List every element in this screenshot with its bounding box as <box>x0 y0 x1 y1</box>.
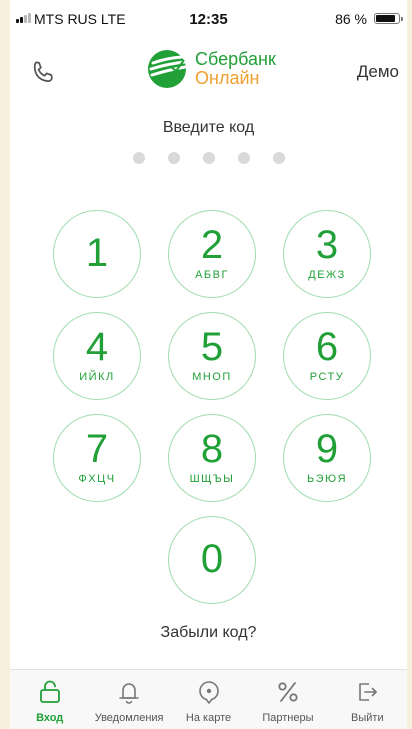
logout-icon <box>359 683 378 701</box>
tab-map[interactable]: На карте <box>169 670 248 729</box>
bell-icon <box>119 683 139 704</box>
key-0[interactable]: 0 <box>168 516 256 604</box>
pin-dot <box>167 152 180 164</box>
tab-label: На карте <box>185 712 232 724</box>
key-letters: АБВГ <box>195 269 229 281</box>
tab-label: Выйти <box>351 712 384 724</box>
logo-text-online: Онлайн <box>195 68 260 88</box>
tab-label: Уведомления <box>94 712 164 724</box>
demo-button[interactable]: Демо <box>357 62 399 82</box>
sberbank-logo: Сбербанк Онлайн <box>146 48 276 90</box>
tab-login[interactable]: Вход <box>10 670 89 729</box>
key-9[interactable]: 9 ЬЭЮЯ <box>283 414 371 502</box>
key-7[interactable]: 7 ФХЦЧ <box>53 414 141 502</box>
pin-dot <box>202 152 215 164</box>
tab-logout[interactable]: Выйти <box>328 670 407 729</box>
tab-label: Партнеры <box>262 712 314 724</box>
unlock-icon <box>39 680 60 703</box>
tab-bar: Вход Уведомления На карте Партнеры Выйти <box>10 669 407 729</box>
key-digit: 3 <box>315 223 339 267</box>
key-digit: 1 <box>85 231 109 275</box>
logo-text-sberbank: Сбербанк <box>195 49 276 69</box>
status-bar: MTS RUS LTE 12:35 86 % <box>10 0 407 40</box>
pin-dots <box>10 152 407 164</box>
key-letters: ДЕЖЗ <box>308 269 346 281</box>
key-letters: РСТУ <box>309 371 345 383</box>
key-letters: МНОП <box>192 371 232 383</box>
key-digit: 4 <box>85 325 109 369</box>
key-digit: 7 <box>85 427 109 471</box>
key-digit: 8 <box>200 427 224 471</box>
forgot-code-link[interactable]: Забыли код? <box>10 624 407 642</box>
battery-icon <box>374 13 403 24</box>
key-5[interactable]: 5 МНОП <box>168 312 256 400</box>
percent-icon <box>278 682 298 702</box>
key-letters: ИЙКЛ <box>79 371 115 383</box>
key-digit: 6 <box>315 325 339 369</box>
key-letters: ШЩЪЫ <box>189 473 235 485</box>
key-6[interactable]: 6 РСТУ <box>283 312 371 400</box>
battery-percent: 86 % <box>335 11 367 27</box>
key-8[interactable]: 8 ШЩЪЫ <box>168 414 256 502</box>
tab-partners[interactable]: Партнеры <box>248 670 327 729</box>
keypad: 1 2 АБВГ 3 ДЕЖЗ 4 ИЙКЛ 5 МНОП 6 РСТУ 7 Ф… <box>53 210 377 606</box>
pin-dot <box>237 152 250 164</box>
key-digit: 0 <box>200 537 224 581</box>
pin-dot <box>272 152 285 164</box>
key-digit: 5 <box>200 325 224 369</box>
phone-icon[interactable] <box>28 58 58 88</box>
map-pin-icon <box>198 681 219 704</box>
key-digit: 9 <box>315 427 339 471</box>
key-1[interactable]: 1 <box>53 210 141 298</box>
pin-dot <box>132 152 145 164</box>
key-digit: 2 <box>200 223 224 267</box>
key-2[interactable]: 2 АБВГ <box>168 210 256 298</box>
app-screen: MTS RUS LTE 12:35 86 % Сбербанк Онлайн Д… <box>10 0 407 729</box>
sberbank-logo-mark-icon <box>148 50 187 88</box>
tab-notifications[interactable]: Уведомления <box>89 670 168 729</box>
pin-prompt: Введите код <box>162 119 255 136</box>
key-3[interactable]: 3 ДЕЖЗ <box>283 210 371 298</box>
header: Сбербанк Онлайн Демо <box>10 40 407 108</box>
key-letters: ФХЦЧ <box>78 473 116 485</box>
key-letters: ЬЭЮЯ <box>306 473 348 485</box>
key-4[interactable]: 4 ИЙКЛ <box>53 312 141 400</box>
